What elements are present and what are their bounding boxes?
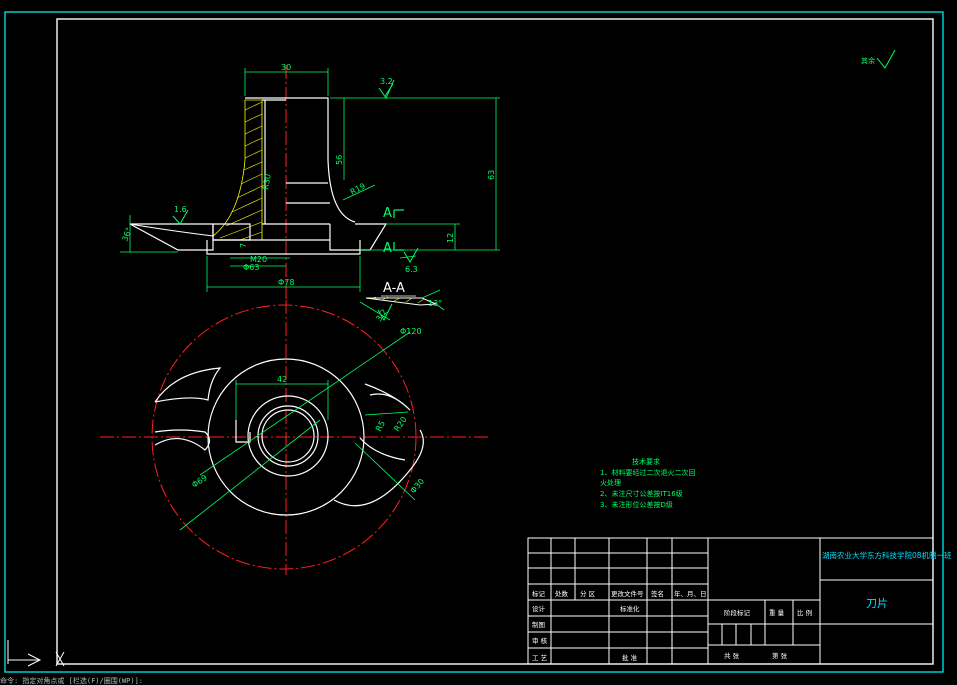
section-label-bottom: A [383,241,392,256]
tb-scale: 比 例 [797,608,812,617]
outer-border [4,11,944,673]
tb-part-name: 刀片 [866,597,888,610]
front-blade-left [129,223,214,237]
roughness-symbol-icon [876,49,896,69]
section-profile [365,297,437,306]
tb-design: 设计 [532,604,546,613]
tb-change-doc: 更改文件号 [611,589,644,598]
tb-process: 工 艺 [532,654,548,662]
tb-zone: 分 区 [580,589,596,598]
dim-roughness-top: 3.2 [380,77,393,86]
tb-sign: 签名 [651,589,664,598]
dim-height-56: 56 [335,155,344,165]
section-marks [393,209,404,251]
tb-sheets-total: 共 张 [724,651,740,660]
dim-roughness-section: 3.2 [374,308,389,324]
tb-standardize: 标准化 [620,604,640,613]
hatch-lines [219,101,263,241]
dim-flange-height: 12 [446,233,455,243]
dim-roughness-bottom: 6.3 [405,265,418,274]
drawing-canvas[interactable]: 其余 A A 30 3.2 56 63 12 R19 R30 1.6 36° 7… [0,0,957,685]
dim-dia-78: Φ78 [278,278,294,287]
tech-requirements: 技术要求 1、材料要经过二次退火二次回 火处理 2、未注尺寸公差按IT16级 3… [600,457,695,509]
dim-r19: R19 [349,181,367,196]
front-hatch [212,99,263,241]
tb-review: 审 核 [532,636,548,645]
front-dimensions [120,68,500,292]
section-view-title: A-A [383,281,405,296]
tb-sheet-no: 第 张 [772,651,788,660]
tech-line-4: 3、未注形位公差按D级 [600,500,673,509]
command-line[interactable]: 命令: 指定对角点或 [栏选(F)/圈围(WP)]: [0,677,300,685]
dim-total-height: 63 [487,170,496,180]
tb-school: 湖南农业大学东方科技学院08机制一班 [822,550,952,560]
dim-dia-69: Φ69 [190,473,209,490]
dim-r-20: R20 [392,415,408,433]
dim-seven: 7 [239,243,248,248]
dim-roughness-left: 1.6 [174,205,187,214]
tech-line-2: 火处理 [600,478,621,487]
dim-dia-120: Φ120 [400,327,422,336]
section-view: A-A 13° 3.2 [359,281,445,324]
tb-stage-mark: 阶段标记 [724,608,751,617]
dim-dia-63: Φ63 [243,263,259,272]
tb-date: 年、月、日 [674,589,707,598]
title-block: 标记 处数 分 区 更改文件号 签名 年、月、日 设计 标准化 制图 审 核 工… [527,537,952,665]
dim-r-5: R5 [374,419,387,433]
tb-count: 处数 [555,589,569,598]
tech-title: 技术要求 [632,457,660,466]
tb-weight: 重 量 [769,609,785,617]
dim-angle-section: 13° [428,299,442,308]
section-label-top: A [383,206,392,221]
tb-drawing: 制图 [532,620,545,629]
tech-line-1: 1、材料要经过二次退火二次回 [600,468,695,477]
ucs-icon [7,640,65,667]
top-view: Φ120 42 Φ69 R20 R5 Φ30 [100,300,488,575]
tech-line-3: 2、未注尺寸公差按IT16级 [600,489,683,498]
dim-top-width: 30 [281,63,291,72]
dim-width-42: 42 [277,375,287,384]
tb-mark: 标记 [532,589,546,598]
drawing-frame [56,18,934,665]
dim-angle-left: 36° [120,226,133,242]
tb-approve: 批 准 [622,653,638,662]
dim-dia-30: Φ30 [409,477,426,495]
dim-r30: R30 [261,173,273,190]
roughness-note: 其余 [861,56,875,65]
front-view: A A 30 3.2 56 63 12 R19 R30 1.6 36° 7 M2… [120,63,500,300]
